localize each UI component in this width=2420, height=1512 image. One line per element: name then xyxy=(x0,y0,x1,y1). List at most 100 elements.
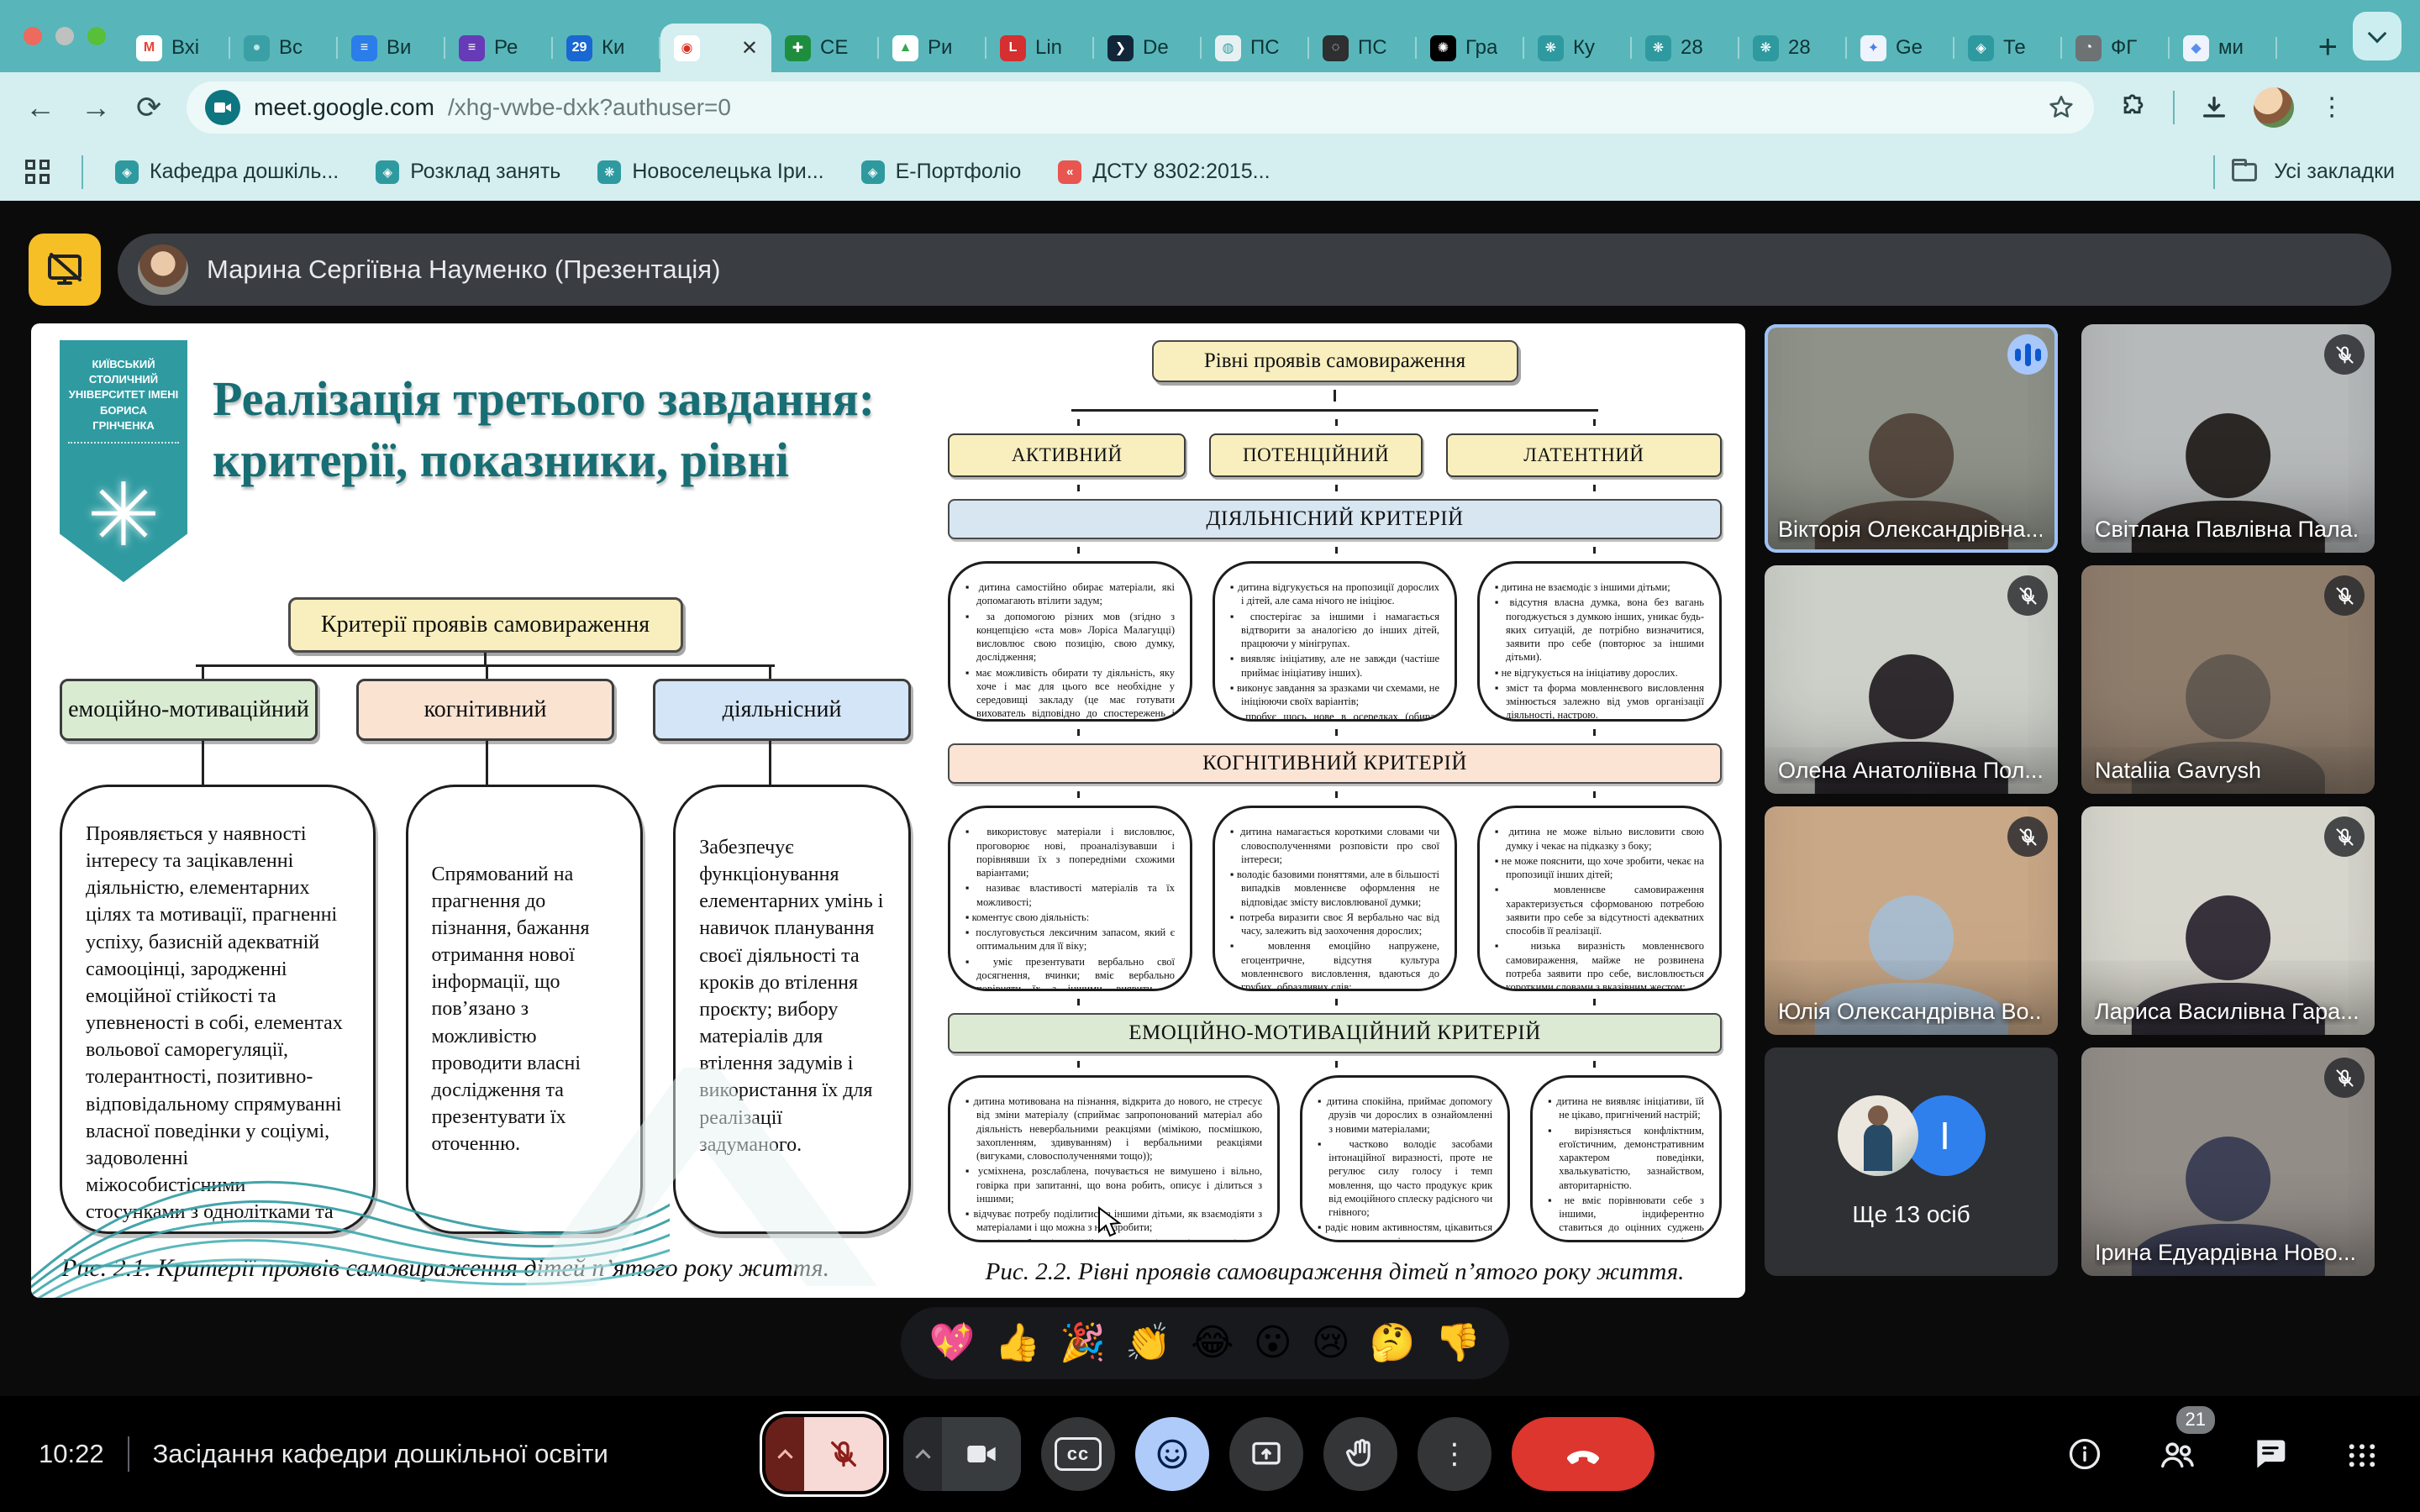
camera-options-chevron[interactable] xyxy=(903,1417,942,1491)
participant-tile[interactable]: Юлія Олександрівна Во... xyxy=(1765,806,2058,1035)
raise-hand-button[interactable] xyxy=(1323,1417,1397,1491)
stop-presentation-button[interactable] xyxy=(29,234,101,306)
bookmark-item[interactable]: « ДСТУ 8302:2015... xyxy=(1058,160,1270,184)
browser-tab[interactable]: ▲ Ри xyxy=(879,24,986,72)
camera-button[interactable] xyxy=(942,1417,1021,1491)
participant-tile[interactable]: Світлана Павлівна Пала... xyxy=(2081,324,2375,553)
activities-button[interactable] xyxy=(2339,1431,2385,1477)
band-activity-columns: дитина самостійно обирає матеріали, які … xyxy=(948,561,1722,722)
profile-avatar[interactable] xyxy=(2254,87,2294,128)
reaction-emoji-button[interactable]: 😂 xyxy=(1191,1325,1234,1362)
reaction-emoji-button[interactable]: 😢 xyxy=(1312,1325,1350,1362)
apps-grid-icon[interactable] xyxy=(25,160,50,184)
tab-favicon: ◆ xyxy=(2183,35,2209,61)
participant-tile[interactable]: Nataliia Gavrysh xyxy=(2081,565,2375,794)
end-call-button[interactable] xyxy=(1512,1417,1655,1491)
mic-off-button[interactable] xyxy=(804,1417,883,1491)
participant-tile[interactable]: Олена Анатоліївна Пол... xyxy=(1765,565,2058,794)
browser-tab[interactable]: M Вхі xyxy=(123,24,230,72)
reaction-emoji-button[interactable]: 🎉 xyxy=(1060,1325,1106,1362)
meeting-details-button[interactable] xyxy=(2062,1431,2107,1477)
extensions-icon[interactable] xyxy=(2119,93,2148,122)
reaction-emoji-button[interactable]: 🤔 xyxy=(1370,1325,1416,1362)
close-window-button[interactable] xyxy=(24,27,42,45)
browser-tab[interactable]: ✦ Ge xyxy=(1847,24,1954,72)
reaction-emoji-button[interactable]: 👎 xyxy=(1435,1325,1481,1362)
bookmark-label: ДСТУ 8302:2015... xyxy=(1092,160,1270,184)
browser-menu-icon[interactable]: ⋮ xyxy=(2319,100,2344,115)
browser-tab[interactable]: 29 Ки xyxy=(553,24,660,72)
new-tab-button[interactable]: + xyxy=(2303,30,2353,72)
more-options-button[interactable]: ⋮ xyxy=(1418,1417,1491,1491)
present-screen-icon xyxy=(1249,1437,1283,1471)
close-tab-icon[interactable]: ✕ xyxy=(741,36,758,60)
bookmarks-divider xyxy=(82,155,83,189)
tab-label: 28 xyxy=(1681,36,1703,60)
browser-tab[interactable]: ◆ ми xyxy=(2170,24,2277,72)
clock-time: 10:22 xyxy=(39,1439,104,1469)
browser-tab[interactable]: ● Вс xyxy=(230,24,338,72)
participants-button[interactable]: 21 xyxy=(2154,1431,2200,1477)
browser-tab[interactable]: ◉ ✕ xyxy=(660,24,771,72)
raise-hand-icon xyxy=(1344,1437,1377,1471)
level-box: ПОТЕНЦІЙНИЙ xyxy=(1209,433,1422,477)
apps-grid-icon xyxy=(2344,1436,2380,1472)
end-call-icon xyxy=(1564,1435,1602,1473)
bullet-item: відсутня власна думка, вона без вагань п… xyxy=(1495,596,1704,664)
browser-tab[interactable]: L Lin xyxy=(986,24,1094,72)
camera-button-group[interactable] xyxy=(903,1417,1021,1491)
microphone-button-group[interactable] xyxy=(765,1417,883,1491)
bookmark-item[interactable]: ◈ Кафедра дошкіль... xyxy=(115,160,339,184)
browser-tab[interactable]: ✚ СЕ xyxy=(771,24,879,72)
bullet-item: потреба виразити своє Я вербально час ві… xyxy=(1230,911,1439,938)
reaction-emoji-button[interactable]: 👍 xyxy=(994,1325,1040,1362)
info-icon xyxy=(2066,1436,2103,1473)
address-bar[interactable]: meet.google.com/xhg-vwbe-dxk?authuser=0 xyxy=(187,81,2094,134)
browser-tab[interactable]: ◈ Те xyxy=(1954,24,2062,72)
chat-button[interactable] xyxy=(2247,1431,2292,1477)
forward-button[interactable]: → xyxy=(81,92,111,123)
participant-tile[interactable]: Вікторія Олександрівна... xyxy=(1765,324,2058,553)
browser-tab[interactable]: ✺ Гра xyxy=(1417,24,1524,72)
tab-favicon: ◍ xyxy=(1215,35,1241,61)
zoom-window-button[interactable] xyxy=(87,27,106,45)
bookmark-item[interactable]: ❋ Новоселецька Іри... xyxy=(597,160,823,184)
reaction-emoji-button[interactable]: 😮 xyxy=(1254,1325,1292,1362)
bookmark-item[interactable]: ◈ Е-Портфоліо xyxy=(861,160,1022,184)
browser-tab[interactable]: ❋ 28 xyxy=(1632,24,1739,72)
browser-tab[interactable]: ❋ Ку xyxy=(1524,24,1632,72)
criterion-description-box: Забезпечує функціонування елементарних у… xyxy=(673,785,911,1234)
present-button[interactable] xyxy=(1229,1417,1303,1491)
browser-tab[interactable]: ◌ ПС xyxy=(1309,24,1417,72)
mic-options-chevron[interactable] xyxy=(765,1417,804,1491)
download-icon[interactable] xyxy=(2200,93,2228,122)
bookmark-label: Розклад занять xyxy=(410,160,560,184)
reaction-emoji-button[interactable]: 💖 xyxy=(929,1325,976,1362)
bookmark-star-icon[interactable] xyxy=(2047,93,2075,122)
bookmark-item[interactable]: ◈ Розклад занять xyxy=(376,160,560,184)
speaking-indicator-icon xyxy=(2007,334,2048,375)
browser-tab[interactable]: ❋ 28 xyxy=(1739,24,1847,72)
more-participants-tile[interactable]: І Ще 13 осіб xyxy=(1765,1047,2058,1276)
browser-tab[interactable]: ◔ ФГ xyxy=(2062,24,2170,72)
back-button[interactable]: ← xyxy=(25,92,55,123)
participant-tile[interactable]: Ірина Едуардівна Ново... xyxy=(2081,1047,2375,1276)
participant-tile[interactable]: Лариса Василівна Гара... xyxy=(2081,806,2375,1035)
tab-search-button[interactable] xyxy=(2353,12,2402,60)
reactions-toggle-button[interactable] xyxy=(1135,1417,1209,1491)
participant-name: Олена Анатоліївна Пол... xyxy=(1778,758,2042,784)
all-bookmarks-button[interactable]: Усі закладки xyxy=(2213,155,2395,189)
reload-button[interactable]: ⟳ xyxy=(136,92,161,123)
browser-tab[interactable]: ≡ Ви xyxy=(338,24,445,72)
bullet-item: спостерігає за іншими і намагається відт… xyxy=(1230,610,1439,651)
minimize-window-button[interactable] xyxy=(55,27,74,45)
reactions-bar: 💖 👍 🎉 👏 😂 😮 😢 🤔 👎 xyxy=(901,1307,1509,1379)
reaction-emoji-button[interactable]: 👏 xyxy=(1125,1325,1171,1362)
window-controls[interactable] xyxy=(12,0,123,72)
captions-button[interactable]: cc xyxy=(1041,1417,1115,1491)
browser-tab[interactable]: ◍ ПС xyxy=(1202,24,1309,72)
browser-tab[interactable]: ≡ Ре xyxy=(445,24,553,72)
mic-muted-icon xyxy=(2007,575,2048,616)
bullet-item: низька виразність мовленнєвого самовираж… xyxy=(1495,939,1704,991)
browser-tab[interactable]: ❯ De xyxy=(1094,24,1202,72)
